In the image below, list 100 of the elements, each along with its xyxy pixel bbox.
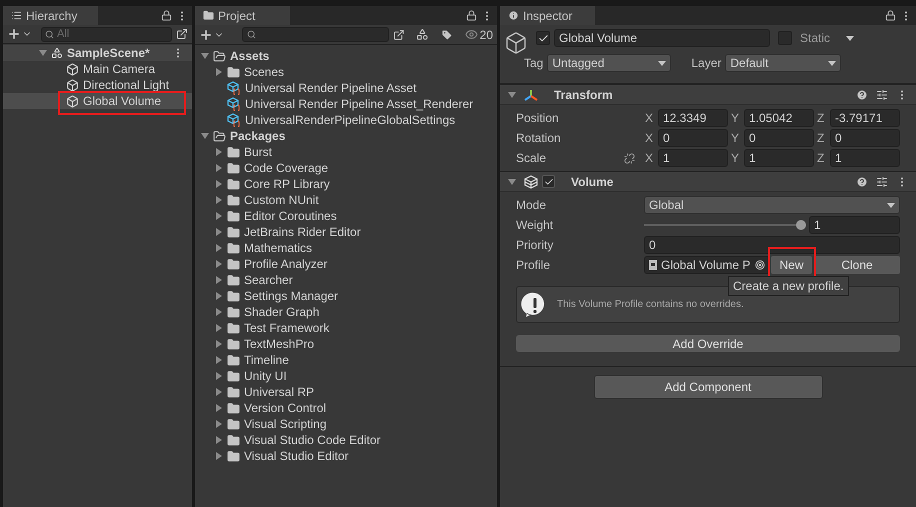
expanded-arrow-icon[interactable] — [508, 178, 516, 186]
new-button[interactable]: New — [771, 256, 812, 274]
search-mode-icon[interactable] — [176, 28, 188, 40]
collapsed-arrow-icon[interactable] — [215, 68, 223, 76]
folder-item[interactable]: Visual Studio Editor — [195, 448, 497, 464]
lock-icon[interactable] — [161, 10, 172, 21]
slider-thumb[interactable] — [796, 220, 806, 230]
add-component-button[interactable]: Add Component — [594, 375, 822, 399]
folder-item[interactable]: Settings Manager — [195, 288, 497, 304]
collapsed-arrow-icon[interactable] — [215, 260, 223, 268]
collapsed-arrow-icon[interactable] — [215, 436, 223, 444]
lock-icon[interactable] — [466, 10, 477, 21]
number-field[interactable]: 1 — [744, 149, 814, 167]
folder-item[interactable]: JetBrains Rider Editor — [195, 224, 497, 240]
number-field[interactable]: 0 — [658, 129, 728, 147]
hierarchy-item[interactable]: Directional Light — [3, 77, 192, 93]
component-header[interactable]: Transform — [500, 84, 916, 105]
search-mode-icon[interactable] — [392, 28, 404, 40]
priority-field[interactable]: 0 — [644, 236, 900, 254]
collapsed-arrow-icon[interactable] — [215, 228, 223, 236]
folder-item[interactable]: Core RP Library — [195, 176, 497, 192]
collapsed-arrow-icon[interactable] — [215, 276, 223, 284]
folder-item[interactable]: Test Framework — [195, 320, 497, 336]
folder-item[interactable]: Editor Coroutines — [195, 208, 497, 224]
expanded-arrow-icon[interactable] — [201, 132, 209, 140]
collapsed-arrow-icon[interactable] — [215, 404, 223, 412]
asset-item[interactable]: UniversalRenderPipelineGlobalSettings — [195, 112, 497, 128]
folder-item[interactable]: Custom NUnit — [195, 192, 497, 208]
weight-slider[interactable] — [644, 219, 806, 231]
folder-item[interactable]: Timeline — [195, 352, 497, 368]
object-picker-icon[interactable] — [755, 260, 765, 270]
folder-item[interactable]: Universal RP — [195, 384, 497, 400]
active-checkbox[interactable] — [536, 31, 550, 45]
number-field[interactable]: 0 — [744, 129, 814, 147]
collapsed-arrow-icon[interactable] — [215, 148, 223, 156]
folder-item[interactable]: Profile Analyzer — [195, 256, 497, 272]
collapsed-arrow-icon[interactable] — [215, 420, 223, 428]
collapsed-arrow-icon[interactable] — [215, 212, 223, 220]
dropdown[interactable]: Global — [644, 196, 900, 214]
collapsed-arrow-icon[interactable] — [215, 164, 223, 172]
asset-item[interactable]: Universal Render Pipeline Asset — [195, 80, 497, 96]
collapsed-arrow-icon[interactable] — [215, 308, 223, 316]
expanded-arrow-icon[interactable] — [201, 52, 209, 60]
help-icon[interactable] — [856, 88, 868, 100]
collapsed-arrow-icon[interactable] — [215, 292, 223, 300]
expanded-arrow-icon[interactable] — [508, 90, 516, 98]
number-field[interactable]: 1 — [830, 149, 900, 167]
object-name-field[interactable]: Global Volume — [554, 29, 770, 47]
preset-icon[interactable] — [876, 88, 888, 100]
folder-item[interactable]: Shader Graph — [195, 304, 497, 320]
hierarchy-item[interactable]: Global Volume — [3, 93, 192, 109]
profile-field[interactable]: Global Volume P — [644, 256, 770, 274]
folder-item[interactable]: Version Control — [195, 400, 497, 416]
asset-item[interactable]: Universal Render Pipeline Asset_Renderer — [195, 96, 497, 112]
collapsed-arrow-icon[interactable] — [215, 180, 223, 188]
collapsed-arrow-icon[interactable] — [215, 388, 223, 396]
number-field[interactable]: 1.05042 — [744, 109, 814, 127]
clone-button[interactable]: Clone — [814, 256, 900, 274]
collapsed-arrow-icon[interactable] — [215, 340, 223, 348]
collapsed-arrow-icon[interactable] — [215, 196, 223, 204]
unlink-icon[interactable] — [624, 152, 635, 164]
folder-item[interactable]: Visual Studio Code Editor — [195, 432, 497, 448]
type-filter-icon[interactable] — [416, 28, 429, 41]
object-cube-icon[interactable] — [504, 31, 528, 55]
collapsed-arrow-icon[interactable] — [215, 244, 223, 252]
panel-tab[interactable]: Project — [195, 6, 290, 25]
folder-item[interactable]: Mathematics — [195, 240, 497, 256]
number-field[interactable]: 0 — [830, 129, 900, 147]
number-field[interactable]: 12.3349 — [658, 109, 728, 127]
collapsed-arrow-icon[interactable] — [215, 356, 223, 364]
enabled-checkbox[interactable] — [542, 175, 555, 188]
folder-item[interactable]: Scenes — [195, 64, 497, 80]
folder-item[interactable]: TextMeshPro — [195, 336, 497, 352]
weight-field[interactable]: 1 — [809, 216, 900, 234]
lock-icon[interactable] — [885, 10, 896, 21]
label-filter-icon[interactable] — [440, 28, 453, 40]
scene-row[interactable]: SampleScene* — [3, 45, 192, 61]
preset-icon[interactable] — [876, 176, 888, 188]
add-override-button[interactable]: Add Override — [516, 335, 900, 352]
help-icon[interactable] — [856, 176, 868, 188]
number-field[interactable]: 1 — [658, 149, 728, 167]
number-field[interactable]: -3.79171 — [830, 109, 900, 127]
folder-item[interactable]: Packages — [195, 128, 497, 144]
visibility-icon[interactable] — [464, 28, 478, 41]
dropdown[interactable]: Untagged — [547, 54, 672, 72]
panel-tab[interactable]: Hierarchy — [3, 6, 98, 25]
dropdown[interactable]: Default — [725, 54, 842, 72]
folder-item[interactable]: Code Coverage — [195, 160, 497, 176]
panel-tab[interactable]: Inspector — [500, 6, 595, 25]
folder-item[interactable]: Unity UI — [195, 368, 497, 384]
collapsed-arrow-icon[interactable] — [215, 452, 223, 460]
collapsed-arrow-icon[interactable] — [215, 324, 223, 332]
folder-item[interactable]: Burst — [195, 144, 497, 160]
folder-item[interactable]: Visual Scripting — [195, 416, 497, 432]
search-field[interactable]: All — [41, 26, 172, 42]
hierarchy-item[interactable]: Main Camera — [3, 61, 192, 77]
collapsed-arrow-icon[interactable] — [215, 372, 223, 380]
folder-item[interactable]: Assets — [195, 48, 497, 64]
search-field[interactable] — [242, 27, 389, 42]
folder-item[interactable]: Searcher — [195, 272, 497, 288]
